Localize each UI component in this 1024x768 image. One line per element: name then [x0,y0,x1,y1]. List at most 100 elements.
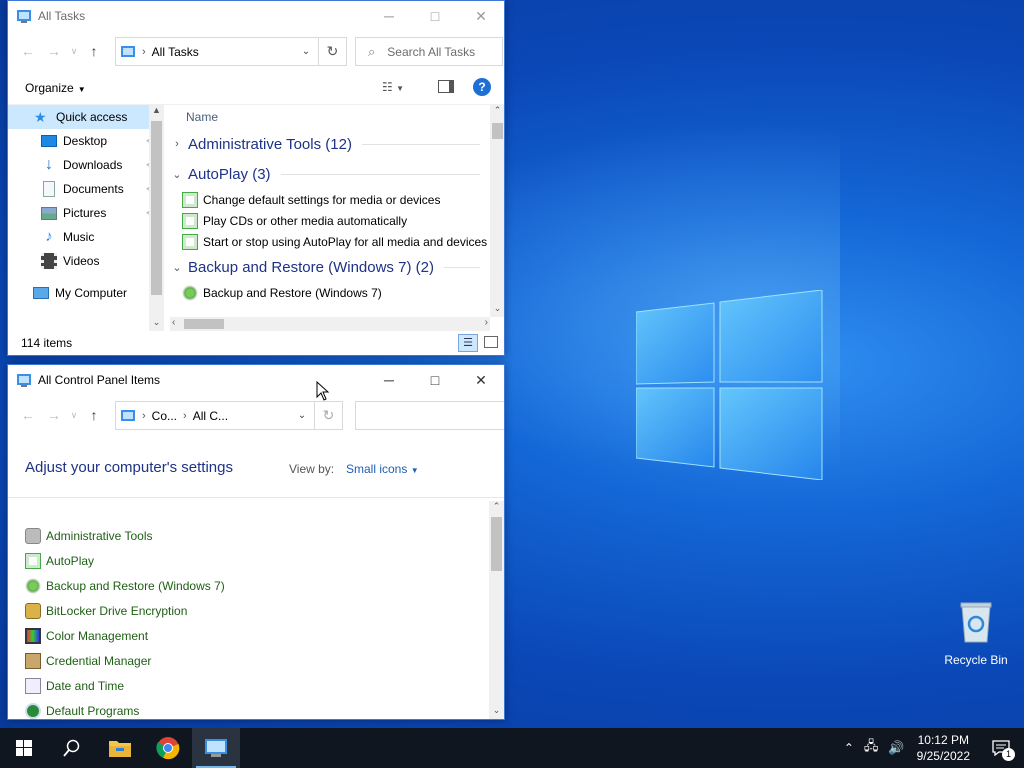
bitlocker-key-icon [25,602,41,619]
cp-item-date-time[interactable]: Date and Time [25,673,485,698]
nav-item-downloads[interactable]: ↓ Downloads ⌖ [8,153,164,177]
address-dropdown[interactable]: ⌄ [290,402,314,429]
start-button[interactable] [0,728,48,768]
scroll-thumb[interactable] [492,123,503,139]
breadcrumb-all-tasks[interactable]: All Tasks [152,45,199,59]
preview-pane-button[interactable] [438,80,454,93]
recent-dropdown-button[interactable]: ∨ [67,402,81,428]
back-button[interactable]: ← [15,38,41,64]
nav-item-quick-access[interactable]: ★ Quick access [8,105,164,129]
task-item[interactable]: Start or stop using AutoPlay for all med… [170,231,490,252]
taskbar-file-explorer[interactable] [96,728,144,768]
group-administrative-tools[interactable]: › Administrative Tools (12) [170,129,490,159]
group-backup-and-restore[interactable]: ⌄ Backup and Restore (Windows 7) (2) [170,252,490,282]
cp-item-default-programs[interactable]: Default Programs [25,698,485,719]
content-hscrollbar[interactable]: ‹ › [170,317,490,331]
cp-item-color-management[interactable]: Color Management [25,623,485,648]
cp-item-label: Backup and Restore (Windows 7) [46,578,225,593]
nav-item-my-computer[interactable]: My Computer [8,281,164,305]
scroll-thumb[interactable] [151,121,162,295]
close-button[interactable]: ✕ [458,365,504,395]
view-by-dropdown[interactable]: Small icons ▼ [346,462,419,476]
address-dropdown[interactable]: ⌄ [294,38,318,65]
nav-item-documents[interactable]: Documents ⌖ [8,177,164,201]
taskbar-chrome[interactable] [144,728,192,768]
nav-pane-scrollbar[interactable]: ▲ ⌄ [149,105,164,331]
group-title: Backup and Restore (Windows 7) (2) [188,258,434,276]
cp-item-administrative-tools[interactable]: Administrative Tools [25,523,485,548]
color-monitor-icon [25,627,41,644]
breadcrumb-all-items[interactable]: All C... [193,409,228,423]
scroll-up-arrow[interactable]: ▲ [149,105,164,119]
video-film-icon [41,253,57,269]
scroll-up-arrow[interactable]: ⌃ [489,501,504,515]
up-button[interactable]: ↑ [81,38,107,64]
cp-item-backup-restore[interactable]: Backup and Restore (Windows 7) [25,573,485,598]
scroll-thumb[interactable] [491,517,502,571]
scroll-down-arrow[interactable]: ⌄ [489,705,504,719]
desktop-icon-recycle-bin[interactable]: Recycle Bin [940,600,1012,667]
clock[interactable]: 10:12 PM 9/25/2022 [917,732,970,764]
network-icon[interactable]: 🖧 [864,737,879,759]
address-bar[interactable]: › Co... › All C... ⌄ [115,401,315,430]
refresh-button[interactable]: ↻ [315,401,343,430]
search-box[interactable]: ⌕ Search All Tasks [355,37,503,66]
minimize-button[interactable]: ─ [366,1,412,31]
title-bar[interactable]: All Tasks ─ □ ✕ [8,1,504,31]
items-scrollbar[interactable]: ⌃ ⌄ [489,501,504,719]
cp-item-bitlocker[interactable]: BitLocker Drive Encryption [25,598,485,623]
search-box[interactable] [355,401,504,430]
maximize-button[interactable]: □ [412,1,458,31]
nav-item-music[interactable]: ♪ Music [8,225,164,249]
status-bar: 114 items ☰ [8,331,504,355]
clock-date: 9/25/2022 [916,749,970,763]
chrome-icon [156,737,180,760]
cp-item-credential-manager[interactable]: Credential Manager [25,648,485,673]
recent-dropdown-button[interactable]: ∨ [67,38,81,64]
view-options-button[interactable]: ☷ ▼ [382,80,404,94]
scroll-left-arrow[interactable]: ‹ [172,317,175,328]
maximize-button[interactable]: □ [412,365,458,395]
minimize-button[interactable]: ─ [366,365,412,395]
breadcrumb-control-panel[interactable]: Co... [152,409,177,423]
taskbar-control-panel[interactable] [192,728,240,768]
recycle-bin-icon [960,602,992,643]
show-hidden-icons-chevron-icon[interactable]: ⌃ [844,741,854,755]
task-item[interactable]: Backup and Restore (Windows 7) [170,282,490,303]
scroll-down-arrow[interactable]: ⌄ [490,303,504,317]
chevron-down-icon: ⌄ [172,168,182,181]
task-item[interactable]: Change default settings for media or dev… [170,189,490,210]
large-icons-view-button[interactable] [484,336,498,348]
volume-icon[interactable]: 🔊 [888,740,904,756]
task-label: Play CDs or other media automatically [203,213,408,228]
cp-item-autoplay[interactable]: AutoPlay [25,548,485,573]
close-button[interactable]: ✕ [458,1,504,31]
forward-button[interactable]: → [41,402,67,428]
scroll-up-arrow[interactable]: ⌃ [490,105,504,119]
scroll-right-arrow[interactable]: › [485,317,488,328]
address-bar[interactable]: › All Tasks ⌄ [115,37,319,66]
notification-center-button[interactable]: 1 [978,728,1024,768]
forward-button[interactable]: → [41,38,67,64]
task-item[interactable]: Play CDs or other media automatically [170,210,490,231]
title-bar[interactable]: All Control Panel Items ─ □ ✕ [8,365,504,395]
details-view-button[interactable]: ☰ [458,334,478,352]
refresh-button[interactable]: ↻ [319,37,347,66]
task-label: Backup and Restore (Windows 7) [203,285,382,300]
group-autoplay[interactable]: ⌄ AutoPlay (3) [170,159,490,189]
nav-item-videos[interactable]: Videos [8,249,164,273]
column-header-name[interactable]: Name [170,105,490,129]
taskbar-search-button[interactable] [48,728,96,768]
nav-item-pictures[interactable]: Pictures ⌖ [8,201,164,225]
search-icon [63,739,80,757]
scroll-thumb[interactable] [184,319,224,329]
scroll-down-arrow[interactable]: ⌄ [149,317,164,331]
content-vscrollbar[interactable]: ⌃ ⌄ [490,105,504,317]
organize-button[interactable]: Organize ▼ [25,81,86,95]
nav-item-desktop[interactable]: Desktop ⌖ [8,129,164,153]
up-button[interactable]: ↑ [81,402,107,428]
help-icon[interactable]: ? [473,78,491,96]
back-button[interactable]: ← [15,402,41,428]
control-panel-icon [121,409,135,421]
breadcrumb-separator: › [183,409,187,422]
